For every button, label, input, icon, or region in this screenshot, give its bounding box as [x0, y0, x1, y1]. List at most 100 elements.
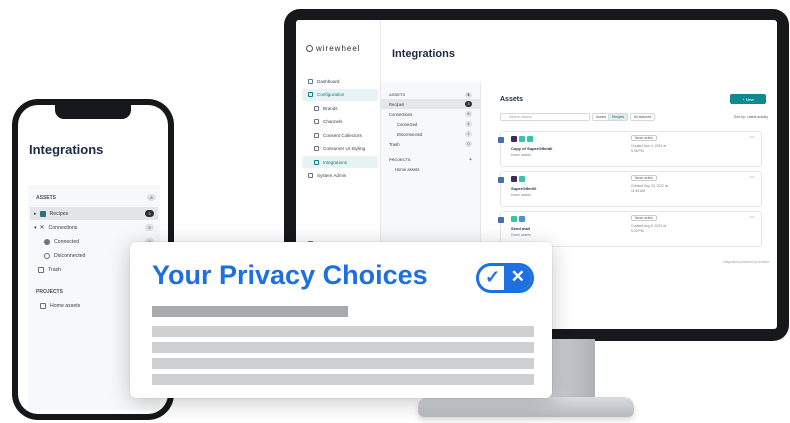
asset-card[interactable]: SuperOffer00 Home assets Never active Cr… — [498, 171, 762, 207]
nav-item-system-admin[interactable]: System Admin — [302, 170, 378, 182]
logo-text: wirewheel — [316, 44, 361, 53]
nav-label: Brands — [323, 105, 338, 111]
count-badge: 3 — [145, 210, 154, 217]
search-input[interactable]: Search assets — [500, 113, 590, 121]
settings-icon — [308, 92, 313, 97]
time-line: 5:08 PM — [631, 149, 644, 153]
privacy-choices-card: Your Privacy Choices ✓ ✕ — [130, 242, 552, 398]
expand-arrow-icon: ▸ — [34, 210, 37, 217]
more-options-icon[interactable]: ⋯ — [749, 134, 755, 141]
add-project-icon[interactable]: + — [469, 157, 472, 163]
filter-chip-recipes[interactable]: Recipes — [608, 113, 629, 121]
nav-item-channels[interactable]: Channels — [302, 116, 378, 128]
asset-tree-panel: ASSETS 8 Recipes 3 Connections 5 Connected 4… — [381, 82, 481, 262]
tree-label: Home assets — [395, 166, 420, 172]
logo-mark-icon — [306, 45, 313, 52]
dashboard-icon — [308, 78, 313, 84]
new-asset-button[interactable]: + New — [730, 94, 766, 104]
page-title: Integrations — [392, 48, 455, 60]
app-icon — [519, 136, 525, 142]
sort-select[interactable]: Sort by: Latest activity — [734, 115, 768, 119]
palette-icon — [314, 146, 319, 151]
privacy-toggle[interactable]: ✓ ✕ — [476, 263, 534, 293]
asset-date: Created Sep 23, 2022 at 11:54 AM — [631, 184, 668, 194]
nav-label: Integrations — [323, 159, 348, 165]
tree-item-trash[interactable]: Trash 0 — [381, 139, 480, 149]
projects-header: PROJECTS + — [381, 155, 480, 164]
asset-name: SuperOffer00 — [511, 186, 537, 191]
placeholder-line — [152, 342, 534, 353]
phone-tree-item-recipes[interactable]: ▸ Recipes 3 — [30, 207, 158, 220]
count-badge: 5 — [145, 224, 154, 231]
marketing-composite: wirewheel Dashboard Configuration Brands… — [0, 0, 790, 423]
app-tiles — [511, 216, 525, 222]
nav-item-dashboard[interactable]: Dashboard — [302, 75, 378, 87]
count-badge: 8 — [147, 194, 156, 201]
asset-date: Created Aug 8, 2022 at 5:33 PM — [631, 224, 666, 234]
trash-icon — [38, 266, 44, 273]
placeholder-line — [152, 374, 534, 385]
tree-label: Recipes — [49, 210, 69, 217]
nav-item-consumer-ui-styling[interactable]: Consumer UI Styling — [302, 143, 378, 155]
nav-label: Dashboard — [317, 78, 340, 84]
disconnected-icon — [44, 252, 50, 259]
nav-label: System Admin — [317, 173, 347, 178]
placeholder-line — [152, 358, 534, 369]
phone-notch — [55, 105, 131, 119]
monitor-stand-base — [418, 397, 634, 417]
nav-item-integrations[interactable]: Integrations — [302, 156, 378, 168]
tree-item-home-assets[interactable]: Home assets — [381, 164, 480, 174]
assets-header: ASSETS 8 — [381, 90, 480, 99]
more-options-icon[interactable]: ⋯ — [749, 214, 755, 221]
tree-label: Recipes — [389, 101, 405, 107]
tree-label: Connected — [54, 238, 80, 245]
asset-date: Created Nov 4, 2022 at 5:08 PM — [631, 144, 666, 154]
nav-item-consent-collectors[interactable]: Consent Collectors — [302, 129, 378, 141]
count-badge: 3 — [465, 101, 472, 107]
nav-item-brands[interactable]: Brands — [302, 102, 378, 114]
count-badge: 1 — [465, 131, 472, 137]
time-line: 5:33 PM — [631, 229, 644, 233]
tree-label: Trash — [48, 266, 62, 273]
select-checkbox[interactable] — [498, 177, 504, 183]
tree-item-connections[interactable]: Connections 5 — [381, 109, 480, 119]
tree-label: Disconnected — [54, 252, 86, 259]
nav-label: Consumer UI Styling — [323, 146, 366, 151]
x-icon: ✕ — [510, 267, 525, 286]
more-options-icon[interactable]: ⋯ — [749, 174, 755, 181]
phone-page-title: Integrations — [29, 142, 104, 157]
projects-header-label: PROJECTS — [389, 157, 411, 162]
phone-tree-item-connections[interactable]: ▾ ✕ Connections 5 — [30, 221, 158, 234]
app-logo: wirewheel — [306, 44, 361, 53]
tree-item-disconnected[interactable]: Disconnected 1 — [381, 129, 480, 139]
collector-icon — [314, 132, 319, 138]
placeholder-line — [152, 306, 348, 317]
nav-label: Consent Collectors — [323, 132, 362, 138]
powered-by-footer: Integrations powered by workato — [722, 260, 769, 264]
phone-assets-header: ASSETS — [36, 195, 57, 201]
status-badge: Never active — [631, 175, 657, 181]
select-checkbox[interactable] — [498, 217, 504, 223]
tree-label: Home assets — [50, 302, 81, 309]
desktop-nav: Dashboard Configuration Brands Channels … — [302, 75, 378, 183]
placeholder-line — [152, 326, 534, 337]
collapse-arrow-icon: ▾ — [34, 224, 37, 231]
tree-label: Disconnected — [397, 131, 423, 137]
select-checkbox[interactable] — [498, 137, 504, 143]
app-icon — [527, 136, 533, 142]
count-badge: 5 — [465, 111, 472, 117]
app-icon — [511, 216, 517, 222]
tree-label: Connections — [48, 224, 78, 231]
app-icon — [519, 216, 525, 222]
tree-item-connected[interactable]: Connected 4 — [381, 119, 480, 129]
privacy-choices-title: Your Privacy Choices — [152, 260, 428, 290]
count-badge: 0 — [465, 141, 472, 147]
folder-icon — [39, 210, 46, 217]
filter-status-select[interactable]: All statuses — [630, 113, 656, 121]
nav-item-configuration[interactable]: Configuration — [302, 88, 378, 101]
assets-header-label: ASSETS — [389, 92, 406, 97]
app-icon — [511, 136, 517, 142]
tree-item-recipes[interactable]: Recipes 3 — [381, 99, 480, 109]
assets-heading: Assets — [500, 96, 523, 103]
asset-card[interactable]: Copy of SuperOfferall Home assets Never … — [498, 131, 762, 167]
